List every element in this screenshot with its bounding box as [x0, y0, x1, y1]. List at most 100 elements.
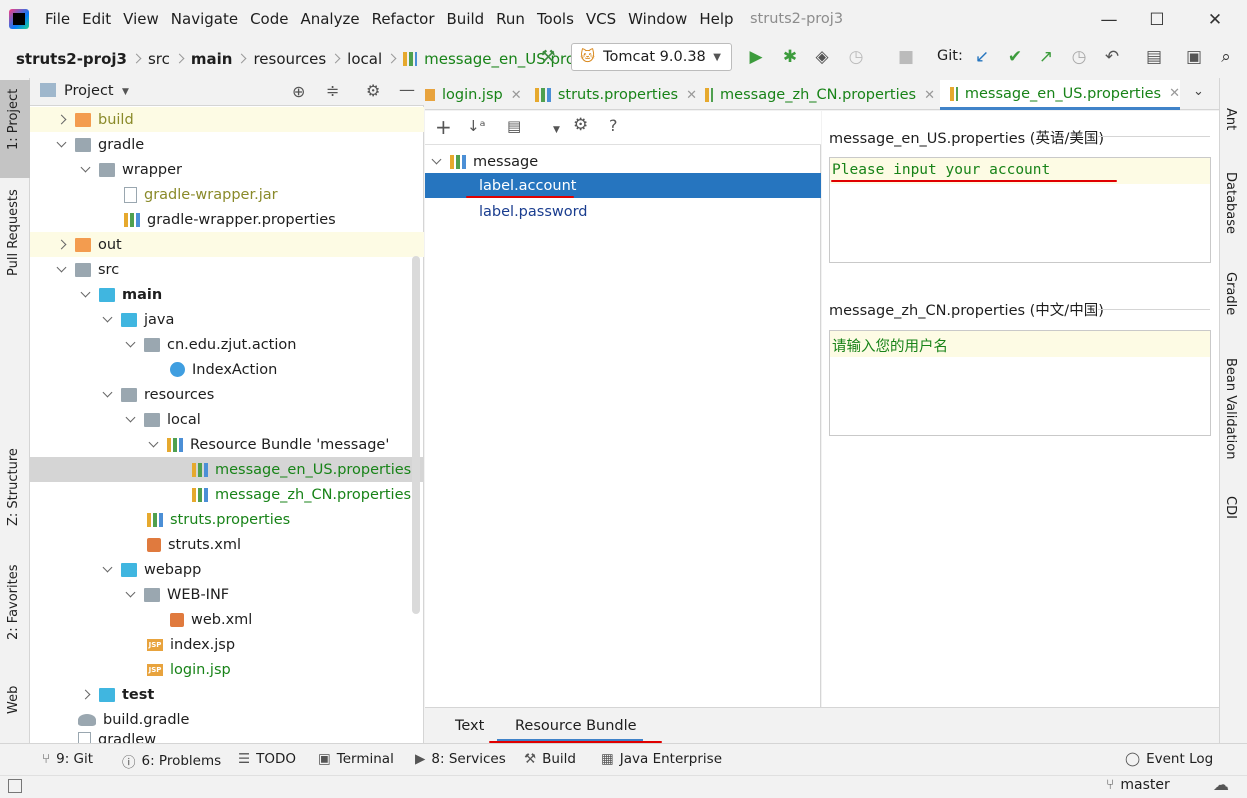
chevron-down-icon[interactable] [102, 312, 113, 323]
tab-list-chevron-icon[interactable]: ⌄ [1193, 84, 1204, 99]
chevron-right-icon[interactable] [80, 689, 91, 700]
build-hammer-icon[interactable]: ⚒ [538, 47, 558, 67]
menu-view[interactable]: View [123, 10, 159, 28]
profile-icon[interactable]: ◷ [846, 47, 866, 67]
tree-item[interactable]: build [30, 107, 424, 132]
menu-edit[interactable]: Edit [82, 10, 111, 28]
help-icon[interactable]: ? [609, 116, 618, 135]
tab-message-en-us[interactable]: message_en_US.properties ✕ [940, 80, 1180, 110]
vtab-project[interactable]: 1: Project [6, 89, 21, 150]
cloud-settings-icon[interactable]: ☁ [1213, 775, 1229, 794]
tree-item[interactable]: JSP index.jsp [127, 632, 235, 657]
locate-icon[interactable]: ⊕ [292, 82, 305, 101]
toolwin-git[interactable]: ⑂ 9: Git [42, 751, 93, 767]
tree-item[interactable]: resources [102, 382, 214, 407]
tab-message-zh-cn[interactable]: message_zh_CN.properties ✕ [705, 80, 935, 110]
close-tab-icon[interactable]: ✕ [686, 88, 697, 103]
project-view-select[interactable]: Project [64, 83, 114, 99]
menu-vcs[interactable]: VCS [586, 10, 616, 28]
chevron-down-icon[interactable] [102, 387, 113, 398]
presentation-icon[interactable]: ▣ [1184, 47, 1204, 67]
breadcrumb-resources[interactable]: resources [253, 50, 326, 68]
git-update-icon[interactable]: ↙ [972, 47, 992, 67]
tab-resource-bundle[interactable]: Resource Bundle [515, 718, 637, 734]
chevron-down-icon[interactable] [80, 287, 91, 298]
project-structure-icon[interactable]: ▤ [1144, 47, 1164, 67]
tab-login-jsp[interactable]: login.jsp ✕ [425, 80, 523, 110]
chevron-right-icon[interactable] [56, 239, 67, 250]
toggle-tool-windows-icon[interactable] [8, 779, 22, 793]
tree-item[interactable]: build.gradle [58, 707, 189, 732]
tree-item[interactable]: gradle-wrapper.jar [104, 182, 278, 207]
chevron-down-icon[interactable] [56, 262, 67, 273]
vtab-ant[interactable]: Ant [1223, 108, 1238, 130]
menu-window[interactable]: Window [628, 10, 687, 28]
collapse-all-icon[interactable]: ≑ [326, 81, 339, 100]
chevron-down-icon[interactable] [56, 137, 67, 148]
tree-scrollbar[interactable] [412, 256, 420, 614]
vtab-structure[interactable]: Z: Structure [6, 448, 21, 526]
vtab-cdi[interactable]: CDI [1223, 496, 1238, 519]
tree-item[interactable]: struts.xml [127, 532, 241, 557]
toolwin-todo[interactable]: ☰ TODO [238, 751, 296, 767]
chevron-down-icon[interactable] [148, 437, 159, 448]
tree-item[interactable]: Resource Bundle 'message' [148, 432, 389, 457]
tab-struts-properties[interactable]: struts.properties ✕ [535, 80, 697, 110]
menu-run[interactable]: Run [496, 10, 525, 28]
maximize-button[interactable]: ☐ [1134, 6, 1180, 34]
tree-item[interactable]: web.xml [150, 607, 252, 632]
chevron-down-icon[interactable]: ▼ [553, 125, 560, 135]
tree-item[interactable]: src [56, 257, 119, 282]
tree-item[interactable]: JSP login.jsp [127, 657, 231, 682]
breadcrumb-project[interactable]: struts2-proj3 [16, 50, 127, 68]
group-by-prefix-icon[interactable]: ▤ [507, 117, 521, 135]
close-tab-icon[interactable]: ✕ [511, 88, 522, 103]
toolwin-java-enterprise[interactable]: ▦ Java Enterprise [601, 751, 722, 767]
tree-item[interactable]: local [125, 407, 201, 432]
tree-item[interactable]: IndexAction [150, 357, 277, 382]
chevron-down-icon[interactable] [80, 162, 91, 173]
chevron-right-icon[interactable] [56, 114, 67, 125]
zh-cn-value-editor[interactable]: 请输入您的用户名 [829, 330, 1211, 436]
close-tab-icon[interactable]: ✕ [924, 88, 935, 103]
menu-refactor[interactable]: Refactor [372, 10, 435, 28]
history-icon[interactable]: ◷ [1069, 47, 1089, 67]
menu-build[interactable]: Build [447, 10, 485, 28]
hide-panel-icon[interactable]: — [399, 80, 415, 99]
chevron-down-icon[interactable] [125, 337, 136, 348]
minimize-button[interactable]: — [1086, 6, 1132, 34]
tree-item[interactable]: WEB-INF [125, 582, 229, 607]
vtab-database[interactable]: Database [1223, 172, 1238, 234]
toolwin-terminal[interactable]: ▣ Terminal [318, 751, 394, 767]
menu-code[interactable]: Code [250, 10, 288, 28]
en-us-value-editor[interactable]: Please input your account [829, 157, 1211, 263]
git-push-icon[interactable]: ↗ [1036, 47, 1056, 67]
breadcrumb-local[interactable]: local [347, 50, 382, 68]
tree-item[interactable]: main [80, 282, 162, 307]
tree-item[interactable]: struts.properties [127, 507, 290, 532]
tree-item[interactable]: gradle [56, 132, 144, 157]
tree-item[interactable]: gradle-wrapper.properties [104, 207, 336, 232]
sort-alphabetically-icon[interactable]: ↓ᵃ [467, 117, 485, 135]
rb-root[interactable]: message [431, 149, 538, 174]
close-window-button[interactable]: ✕ [1192, 6, 1238, 34]
tree-item[interactable]: webapp [102, 557, 201, 582]
chevron-down-icon[interactable] [102, 562, 113, 573]
toolwin-services[interactable]: ▶ 8: Services [415, 751, 506, 767]
breadcrumb-main[interactable]: main [191, 50, 233, 68]
add-property-icon[interactable]: + [435, 115, 452, 139]
menu-navigate[interactable]: Navigate [171, 10, 238, 28]
vtab-pull-requests[interactable]: Pull Requests [6, 189, 21, 276]
run-config-select[interactable]: 🐱 Tomcat 9.0.38 ▼ [571, 43, 732, 71]
vtab-bean-validation[interactable]: Bean Validation [1223, 358, 1238, 459]
close-tab-icon[interactable]: ✕ [1169, 86, 1180, 101]
gear-icon[interactable]: ⚙ [573, 115, 588, 135]
vtab-gradle[interactable]: Gradle [1223, 272, 1238, 315]
git-branch-widget[interactable]: ⑂ master [1106, 777, 1170, 793]
menu-analyze[interactable]: Analyze [300, 10, 359, 28]
search-icon[interactable]: ⌕ [1216, 47, 1236, 67]
tree-item[interactable]: out [30, 232, 424, 257]
rb-key-password[interactable]: label.password [479, 199, 588, 224]
tree-item[interactable]: test [80, 682, 154, 707]
toolwin-event-log[interactable]: ◯ Event Log [1125, 751, 1213, 767]
